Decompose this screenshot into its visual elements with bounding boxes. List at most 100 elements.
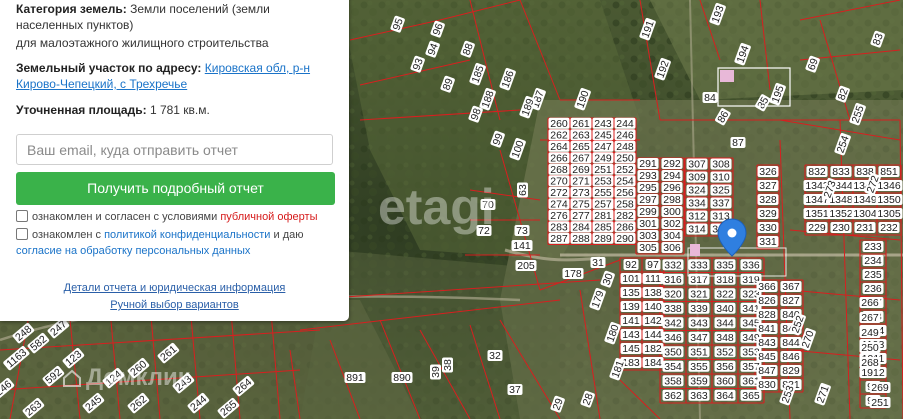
parcel-number: 326 xyxy=(757,166,779,178)
domclick-text: Домклик xyxy=(86,364,190,391)
svg-text:364: 364 xyxy=(716,390,734,402)
parcel-number: 325 xyxy=(710,184,732,197)
category-label: Категория земель: xyxy=(16,2,127,16)
svg-text:63: 63 xyxy=(517,184,529,196)
parcel-number: 347 xyxy=(688,331,710,344)
parcel-number: 145 xyxy=(620,343,642,355)
svg-text:322: 322 xyxy=(716,288,734,300)
svg-text:346: 346 xyxy=(664,332,682,344)
svg-text:253: 253 xyxy=(594,175,612,187)
details-link[interactable]: Детали отчета и юридическая информация xyxy=(0,282,349,294)
svg-text:290: 290 xyxy=(616,233,634,245)
svg-text:249: 249 xyxy=(861,327,879,339)
parcel-number: 328 xyxy=(757,194,779,206)
svg-text:287: 287 xyxy=(550,233,568,245)
privacy-policy-link[interactable]: политикой конфиденциальности xyxy=(104,229,270,241)
parcel-number: 327 xyxy=(757,180,779,192)
svg-text:139: 139 xyxy=(622,301,640,313)
svg-text:296: 296 xyxy=(663,182,681,194)
category-line-1: Категория земель: Земли поселений (земли xyxy=(16,1,337,17)
info-panel: Категория земель: Земли поселений (земли… xyxy=(0,0,349,321)
get-report-button[interactable]: Получить подробный отчет xyxy=(16,172,335,205)
parcel-number: 339 xyxy=(688,302,710,315)
svg-text:268: 268 xyxy=(550,164,568,176)
svg-text:275: 275 xyxy=(572,198,590,210)
svg-text:250: 250 xyxy=(616,152,634,164)
parcel-number: 365 xyxy=(740,389,762,402)
svg-text:31: 31 xyxy=(592,257,604,269)
parcel-number: 309 xyxy=(686,171,708,184)
parcel-number: 234 xyxy=(862,255,884,267)
parcel-number: 38 xyxy=(442,357,454,373)
svg-text:260: 260 xyxy=(550,118,568,130)
parcel-number: 344 xyxy=(714,317,736,329)
manual-selection-link[interactable]: Ручной выбор вариантов xyxy=(0,299,349,311)
svg-text:141: 141 xyxy=(622,315,640,327)
parcel-number: 245 xyxy=(592,129,614,141)
svg-text:281: 281 xyxy=(594,210,612,222)
svg-text:833: 833 xyxy=(832,166,850,178)
parcel-number: 312 xyxy=(686,210,708,223)
svg-text:304: 304 xyxy=(663,230,681,242)
svg-text:235: 235 xyxy=(864,269,882,281)
parcel-number: 268 xyxy=(859,357,881,369)
svg-text:73: 73 xyxy=(516,225,528,237)
parcel-number: 263 xyxy=(570,129,592,141)
parcel-number: 337 xyxy=(710,197,732,210)
parcel-number: 39 xyxy=(430,364,442,380)
svg-text:143: 143 xyxy=(622,329,640,341)
area-label: Уточненная площадь: xyxy=(16,103,147,117)
data-consent-link[interactable]: согласие на обработку персональных данны… xyxy=(16,245,250,257)
parcel-number: 890 xyxy=(391,372,413,384)
offer-checkbox[interactable] xyxy=(16,210,28,222)
svg-text:182: 182 xyxy=(644,343,662,355)
svg-text:846: 846 xyxy=(782,351,800,363)
svg-text:142: 142 xyxy=(644,315,662,327)
privacy-checkbox[interactable] xyxy=(16,228,28,240)
svg-text:308: 308 xyxy=(712,159,730,171)
svg-text:283: 283 xyxy=(550,221,568,233)
svg-text:359: 359 xyxy=(690,375,708,387)
category-line-3: для малоэтажного жилищного строительства xyxy=(16,36,269,50)
svg-text:337: 337 xyxy=(712,198,730,210)
parcel-number: 73 xyxy=(514,225,530,237)
parcel-number: 338 xyxy=(662,302,684,315)
svg-text:342: 342 xyxy=(664,317,682,329)
svg-text:267: 267 xyxy=(861,312,879,324)
svg-text:830: 830 xyxy=(758,379,776,391)
parcel-number: 342 xyxy=(662,317,684,329)
offer-link[interactable]: публичной оферты xyxy=(220,211,317,223)
parcel-number: 32 xyxy=(487,350,503,362)
parcel-number: 274 xyxy=(548,198,570,210)
svg-text:277: 277 xyxy=(572,210,590,222)
svg-text:256: 256 xyxy=(616,187,634,199)
svg-text:251: 251 xyxy=(594,164,612,176)
parcel-number: 1305 xyxy=(875,208,903,220)
email-input[interactable] xyxy=(16,134,333,165)
parcel-number: 178 xyxy=(562,268,584,280)
parcel-number: 303 xyxy=(637,230,659,242)
parcel-number: 351 xyxy=(688,346,710,358)
svg-text:144: 144 xyxy=(644,329,662,341)
parcel-number: 334 xyxy=(686,197,708,210)
parcel-number: 833 xyxy=(830,166,852,178)
address-label: Земельный участок по адресу: xyxy=(16,61,202,75)
parcel-number: 297 xyxy=(637,194,659,206)
svg-text:243: 243 xyxy=(594,118,612,130)
parcel-number: 841 xyxy=(756,323,778,335)
parcel-number: 266 xyxy=(859,297,881,309)
svg-text:282: 282 xyxy=(616,210,634,222)
address-link[interactable]: Кировская обл, р-н xyxy=(205,61,310,75)
svg-text:84: 84 xyxy=(704,92,716,104)
address-line-1: Земельный участок по адресу: Кировская о… xyxy=(16,60,337,76)
parcel-number: 845 xyxy=(756,351,778,363)
address-link-cont[interactable]: Кирово-Чепецкий, с Трехречье xyxy=(16,77,187,91)
svg-text:266: 266 xyxy=(550,152,568,164)
svg-text:254: 254 xyxy=(616,175,634,187)
svg-text:234: 234 xyxy=(864,255,882,267)
svg-text:294: 294 xyxy=(663,170,681,182)
parcel-number: 184 xyxy=(642,357,664,369)
parcel-number: 320 xyxy=(662,288,684,300)
svg-text:244: 244 xyxy=(616,118,634,130)
parcel-number: 335 xyxy=(714,259,736,271)
